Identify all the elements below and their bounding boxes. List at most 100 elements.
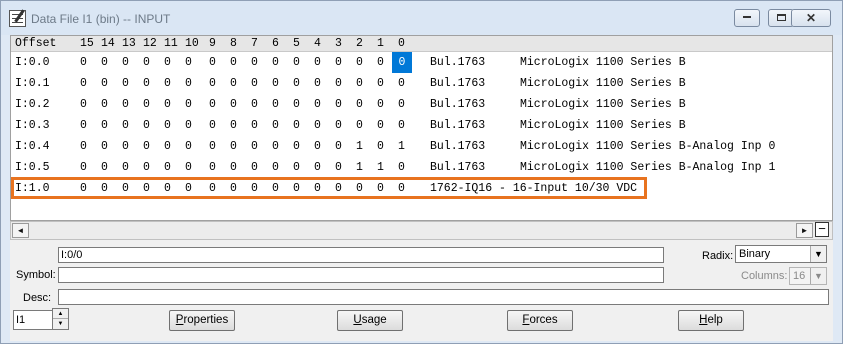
bit-cell[interactable]: 0 [143, 115, 150, 136]
bit-cell[interactable]: 0 [143, 136, 150, 157]
bit-cell[interactable]: 0 [230, 115, 237, 136]
scroll-left-button[interactable]: ◄ [12, 223, 29, 238]
table-row[interactable]: I:0.3 0 0 0 0 0 0 0 0 0 0 0 0 0 0 0 0 Bul.1763 MicroLogix … [11, 115, 832, 136]
bit-cell[interactable]: 0 [230, 157, 237, 178]
bit-cell[interactable]: 0 [143, 157, 150, 178]
selected-bit-cell[interactable]: 0 [392, 52, 412, 73]
help-button[interactable]: Help [678, 310, 744, 331]
bit-cell[interactable]: 0 [185, 178, 192, 199]
bit-cell[interactable]: 0 [80, 157, 87, 178]
bit-cell[interactable]: 0 [185, 73, 192, 94]
radix-select[interactable]: Binary ▼ [735, 245, 827, 263]
minimize-button[interactable] [734, 9, 760, 27]
bit-cell[interactable]: 0 [101, 157, 108, 178]
bit-cell[interactable]: 0 [356, 115, 363, 136]
spin-up-icon[interactable]: ▲ [53, 309, 68, 319]
bit-cell[interactable]: 0 [314, 136, 321, 157]
bit-cell[interactable]: 0 [209, 136, 216, 157]
bit-cell[interactable]: 0 [398, 157, 405, 178]
bit-cell[interactable]: 0 [230, 136, 237, 157]
bit-cell[interactable]: 0 [80, 94, 87, 115]
bit-cell[interactable]: 0 [122, 94, 129, 115]
bit-cell[interactable]: 0 [230, 178, 237, 199]
bit-cell[interactable]: 0 [251, 115, 258, 136]
bit-cell[interactable]: 0 [164, 94, 171, 115]
usage-button[interactable]: Usage [337, 310, 403, 331]
bit-cell[interactable]: 0 [377, 73, 384, 94]
symbol-field[interactable] [58, 267, 664, 283]
bit-cell[interactable]: 0 [335, 178, 342, 199]
title-bar[interactable]: Data File I1 (bin) -- INPUT ✕ [1, 1, 842, 35]
bit-cell[interactable]: 0 [230, 52, 237, 73]
table-row[interactable]: I:0.2 0 0 0 0 0 0 0 0 0 0 0 0 0 0 0 0 Bul.1763 MicroLogix … [11, 94, 832, 115]
bit-cell[interactable]: 0 [122, 73, 129, 94]
file-field[interactable]: I1 [13, 310, 53, 330]
bit-cell[interactable]: 0 [185, 115, 192, 136]
bit-cell[interactable]: 0 [335, 115, 342, 136]
bit-cell[interactable]: 0 [209, 157, 216, 178]
bit-cell[interactable]: 0 [293, 73, 300, 94]
bit-cell[interactable]: 0 [143, 94, 150, 115]
forces-button[interactable]: Forces [507, 310, 573, 331]
bit-cell[interactable]: 0 [101, 73, 108, 94]
bit-cell[interactable]: 0 [230, 73, 237, 94]
bit-cell[interactable]: 0 [377, 52, 384, 73]
bit-cell[interactable]: 0 [251, 157, 258, 178]
data-grid[interactable]: Offset 15 14 13 12 11 10 9 8 7 6 5 4 3 2 1 0 I:0.0 0 0 0 0 0 0… [10, 35, 833, 221]
bit-cell[interactable]: 0 [209, 73, 216, 94]
bit-cell[interactable]: 0 [314, 94, 321, 115]
bit-cell[interactable]: 0 [272, 94, 279, 115]
bit-cell[interactable]: 0 [272, 178, 279, 199]
collapse-button[interactable]: − [815, 222, 829, 237]
bit-cell[interactable]: 0 [377, 178, 384, 199]
properties-button[interactable]: Properties [169, 310, 235, 331]
desc-field[interactable] [58, 289, 829, 305]
bit-cell[interactable]: 0 [272, 136, 279, 157]
table-row[interactable]: I:0.4 0 0 0 0 0 0 0 0 0 0 0 0 0 1 0 1 Bul.1763 MicroLogix … [11, 136, 832, 157]
bit-cell[interactable]: 0 [335, 52, 342, 73]
bit-cell[interactable]: 0 [143, 73, 150, 94]
bit-cell[interactable]: 0 [377, 136, 384, 157]
bit-cell[interactable]: 0 [314, 73, 321, 94]
scroll-right-button[interactable]: ► [796, 223, 813, 238]
bit-cell[interactable]: 0 [122, 178, 129, 199]
bit-cell[interactable]: 1 [356, 157, 363, 178]
offset-cell[interactable]: I:1.0 [15, 178, 50, 199]
bit-cell[interactable]: 0 [164, 178, 171, 199]
bit-cell[interactable]: 0 [209, 52, 216, 73]
bit-cell[interactable]: 0 [185, 157, 192, 178]
bit-cell[interactable]: 0 [80, 136, 87, 157]
offset-cell[interactable]: I:0.5 [15, 157, 50, 178]
offset-cell[interactable]: I:0.1 [15, 73, 50, 94]
bit-cell[interactable]: 0 [335, 94, 342, 115]
bit-cell[interactable]: 0 [272, 115, 279, 136]
bit-cell[interactable]: 0 [185, 94, 192, 115]
table-row[interactable]: I:0.5 0 0 0 0 0 0 0 0 0 0 0 0 0 1 1 0 Bul.1763 MicroLogix … [11, 157, 832, 178]
bit-cell[interactable]: 0 [293, 115, 300, 136]
bit-cell[interactable]: 0 [272, 52, 279, 73]
bit-cell[interactable]: 0 [398, 115, 405, 136]
horizontal-scrollbar[interactable]: ◄ ► [10, 221, 833, 240]
bit-cell[interactable]: 0 [335, 136, 342, 157]
bit-cell[interactable]: 0 [164, 115, 171, 136]
bit-cell[interactable]: 1 [398, 136, 405, 157]
bit-cell[interactable]: 0 [101, 52, 108, 73]
bit-cell[interactable]: 0 [356, 73, 363, 94]
bit-cell[interactable]: 0 [398, 178, 405, 199]
bit-cell[interactable]: 0 [209, 115, 216, 136]
bit-cell[interactable]: 0 [164, 52, 171, 73]
table-row[interactable]: I:0.0 0 0 0 0 0 0 0 0 0 0 0 0 0 0 0 0 Bul.1763 MicroLogix … [11, 52, 832, 73]
bit-cell[interactable]: 0 [101, 94, 108, 115]
bit-cell[interactable]: 0 [335, 157, 342, 178]
bit-cell[interactable]: 0 [314, 115, 321, 136]
bit-cell[interactable]: 0 [398, 94, 405, 115]
bit-cell[interactable]: 0 [251, 52, 258, 73]
bit-cell[interactable]: 0 [251, 178, 258, 199]
offset-cell[interactable]: I:0.4 [15, 136, 50, 157]
bit-cell[interactable]: 0 [209, 94, 216, 115]
bit-cell[interactable]: 0 [143, 52, 150, 73]
offset-cell[interactable]: I:0.0 [15, 52, 50, 73]
bit-cell[interactable]: 0 [251, 94, 258, 115]
address-field[interactable]: I:0/0 [58, 247, 664, 263]
bit-cell[interactable]: 0 [122, 52, 129, 73]
